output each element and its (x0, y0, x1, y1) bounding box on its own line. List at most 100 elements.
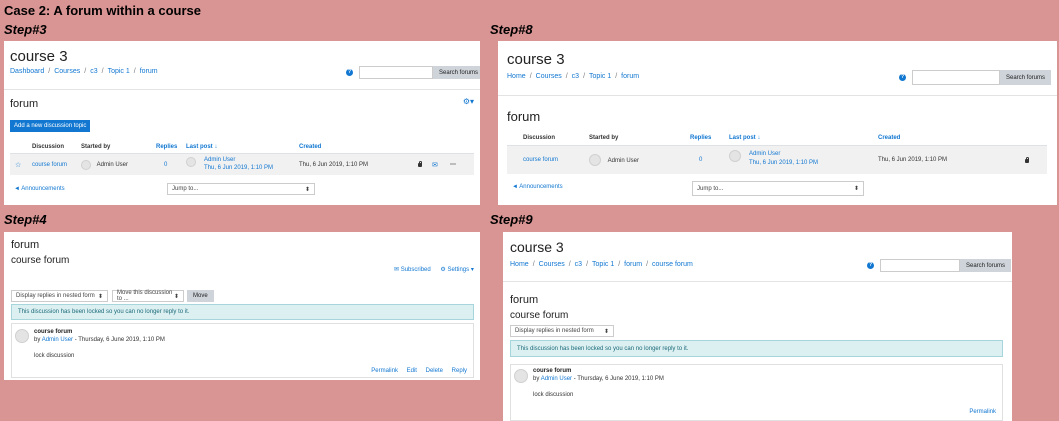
display-mode-select[interactable]: Display replies in nested form ⬍ (510, 325, 614, 337)
breadcrumb-courses[interactable]: Courses (539, 261, 565, 268)
delete-link[interactable]: Delete (426, 368, 443, 374)
started-by: Admin User (81, 159, 128, 170)
discussion-table: Discussion Started by Replies Last post … (507, 131, 1047, 174)
lock-icon (1025, 156, 1029, 165)
table-row: ☆ course forum Admin User 0 Admin User T… (10, 154, 474, 175)
last-post-date[interactable]: Thu, 6 Jun 2019, 1:10 PM (749, 160, 818, 166)
forum-title: forum (507, 109, 541, 124)
forum-title: forum (11, 239, 40, 251)
post-author-link[interactable]: Admin User (42, 337, 73, 343)
discussion-link[interactable]: course forum (32, 162, 67, 168)
subscribed-toggle[interactable]: ✉ Subscribed (394, 267, 431, 273)
avatar (15, 329, 29, 343)
lock-icon (418, 160, 422, 169)
gear-icon[interactable]: ⚙▾ (463, 97, 474, 106)
display-mode-select[interactable]: Display replies in nested form ⬍ (11, 290, 108, 302)
step-8-label: Step#8 (490, 22, 533, 37)
search-input[interactable] (912, 70, 1000, 85)
post-meta: by Admin User - Thursday, 6 June 2019, 1… (34, 337, 165, 343)
breadcrumb-courses[interactable]: Courses (54, 68, 80, 75)
permalink-link[interactable]: Permalink (371, 368, 398, 374)
post-meta: by Admin User - Thursday, 6 June 2019, 1… (533, 376, 664, 382)
prev-announcements-link[interactable]: ◄ Announcements (512, 184, 563, 190)
col-discussion: Discussion (32, 143, 65, 150)
search-forums-button[interactable]: Search forums (960, 259, 1012, 272)
forum-title: forum (510, 294, 539, 306)
jump-to-select[interactable]: Jump to... ⬍ (692, 181, 864, 196)
post-author-link[interactable]: Admin User (541, 376, 572, 382)
discussion-link[interactable]: course forum (523, 157, 558, 163)
edit-link[interactable]: Edit (407, 368, 417, 374)
discussion-title: course forum (510, 310, 569, 321)
col-created[interactable]: Created (299, 144, 321, 150)
breadcrumb: Home / Courses / c3/Topic 1/forum / course for… (510, 261, 693, 268)
replies-count[interactable]: 0 (164, 162, 167, 168)
search-input[interactable] (359, 66, 433, 79)
avatar (589, 154, 601, 166)
table-header: Discussion Started by Replies Last post … (10, 140, 474, 154)
breadcrumb-forum[interactable]: forum (621, 73, 639, 80)
step-3-panel: course 3 Dashboard / Courses / c3/Topic 1/fo… (4, 41, 480, 205)
created-date: Thu, 6 Jun 2019, 1:10 PM (299, 161, 369, 168)
col-created[interactable]: Created (878, 135, 900, 141)
course-title: course 3 (10, 48, 68, 65)
breadcrumb-dashboard[interactable]: Dashboard (10, 68, 44, 75)
star-icon[interactable]: ☆ (15, 161, 21, 169)
breadcrumb-home[interactable]: Home (510, 261, 529, 268)
post: course forum by Admin User - Thursday, 6… (510, 364, 1003, 421)
breadcrumb-topic-1[interactable]: Topic 1 (589, 73, 611, 80)
search-input[interactable] (880, 259, 960, 272)
course-title: course 3 (510, 239, 564, 255)
move-discussion-select[interactable]: Move this discussion to ... ⬍ (112, 290, 184, 302)
jump-to-select[interactable]: Jump to... ⬍ (167, 183, 315, 195)
last-post-user[interactable]: Admin User (204, 157, 235, 163)
breadcrumb-topic-1[interactable]: Topic 1 (108, 68, 130, 75)
breadcrumb-c3[interactable]: c3 (572, 73, 579, 80)
move-button[interactable]: Move (187, 290, 214, 302)
permalink-link[interactable]: Permalink (969, 409, 996, 415)
replies-count[interactable]: 0 (699, 157, 702, 163)
help-icon[interactable]: ? (899, 74, 906, 81)
col-last-post[interactable]: Last post ↓ (186, 144, 217, 150)
search-forums-button[interactable]: Search forums (433, 66, 480, 79)
breadcrumb: Dashboard / Courses / c3/Topic 1/forum (10, 68, 158, 75)
prev-announcements-link[interactable]: ◄ Announcements (14, 186, 65, 192)
started-by: Admin User (589, 154, 639, 166)
help-icon[interactable]: ? (867, 262, 874, 269)
breadcrumb-course-forum[interactable]: course forum (652, 261, 693, 268)
avatar (186, 157, 196, 167)
last-post-date[interactable]: Thu, 6 Jun 2019, 1:10 PM (204, 165, 273, 171)
search-forums: ? Search forums (346, 66, 480, 79)
col-discussion: Discussion (523, 135, 556, 141)
discussion-title: course forum (11, 255, 70, 266)
breadcrumb-forum[interactable]: forum (140, 68, 158, 75)
breadcrumb-c3[interactable]: c3 (575, 261, 582, 268)
breadcrumb-courses[interactable]: Courses (536, 73, 562, 80)
breadcrumb: Home / Courses / c3/Topic 1/forum (507, 73, 640, 80)
breadcrumb-home[interactable]: Home (507, 73, 526, 80)
col-last-post[interactable]: Last post ↓ (729, 135, 760, 141)
reply-link[interactable]: Reply (452, 368, 467, 374)
case-title: Case 2: A forum within a course (4, 3, 201, 18)
discussion-table: Discussion Started by Replies Last post … (10, 140, 474, 175)
mail-icon: ✉ (394, 267, 400, 273)
avatar (81, 159, 91, 170)
help-icon[interactable]: ? (346, 69, 353, 76)
mail-icon[interactable]: ✉ (432, 161, 438, 169)
discussion-actions: ✉ Subscribed ⚙ Settings ▾ (394, 266, 474, 273)
breadcrumb-topic-1[interactable]: Topic 1 (592, 261, 614, 268)
forum-title: forum (10, 98, 39, 110)
col-replies[interactable]: Replies (156, 144, 177, 150)
breadcrumb-c3[interactable]: c3 (90, 68, 97, 75)
post-body: lock discussion (533, 392, 574, 398)
settings-menu[interactable]: ⚙ Settings ▾ (440, 267, 473, 273)
more-icon[interactable]: ⋯ (450, 161, 456, 168)
post-actions: Permalink Edit Delete Reply (371, 368, 467, 374)
last-post (729, 150, 741, 162)
col-replies[interactable]: Replies (690, 135, 711, 141)
add-discussion-button[interactable]: Add a new discussion topic (10, 120, 91, 132)
post-subject: course forum (34, 329, 73, 335)
breadcrumb-forum[interactable]: forum (624, 261, 642, 268)
last-post-user[interactable]: Admin User (749, 151, 780, 157)
search-forums-button[interactable]: Search forums (1000, 70, 1052, 85)
